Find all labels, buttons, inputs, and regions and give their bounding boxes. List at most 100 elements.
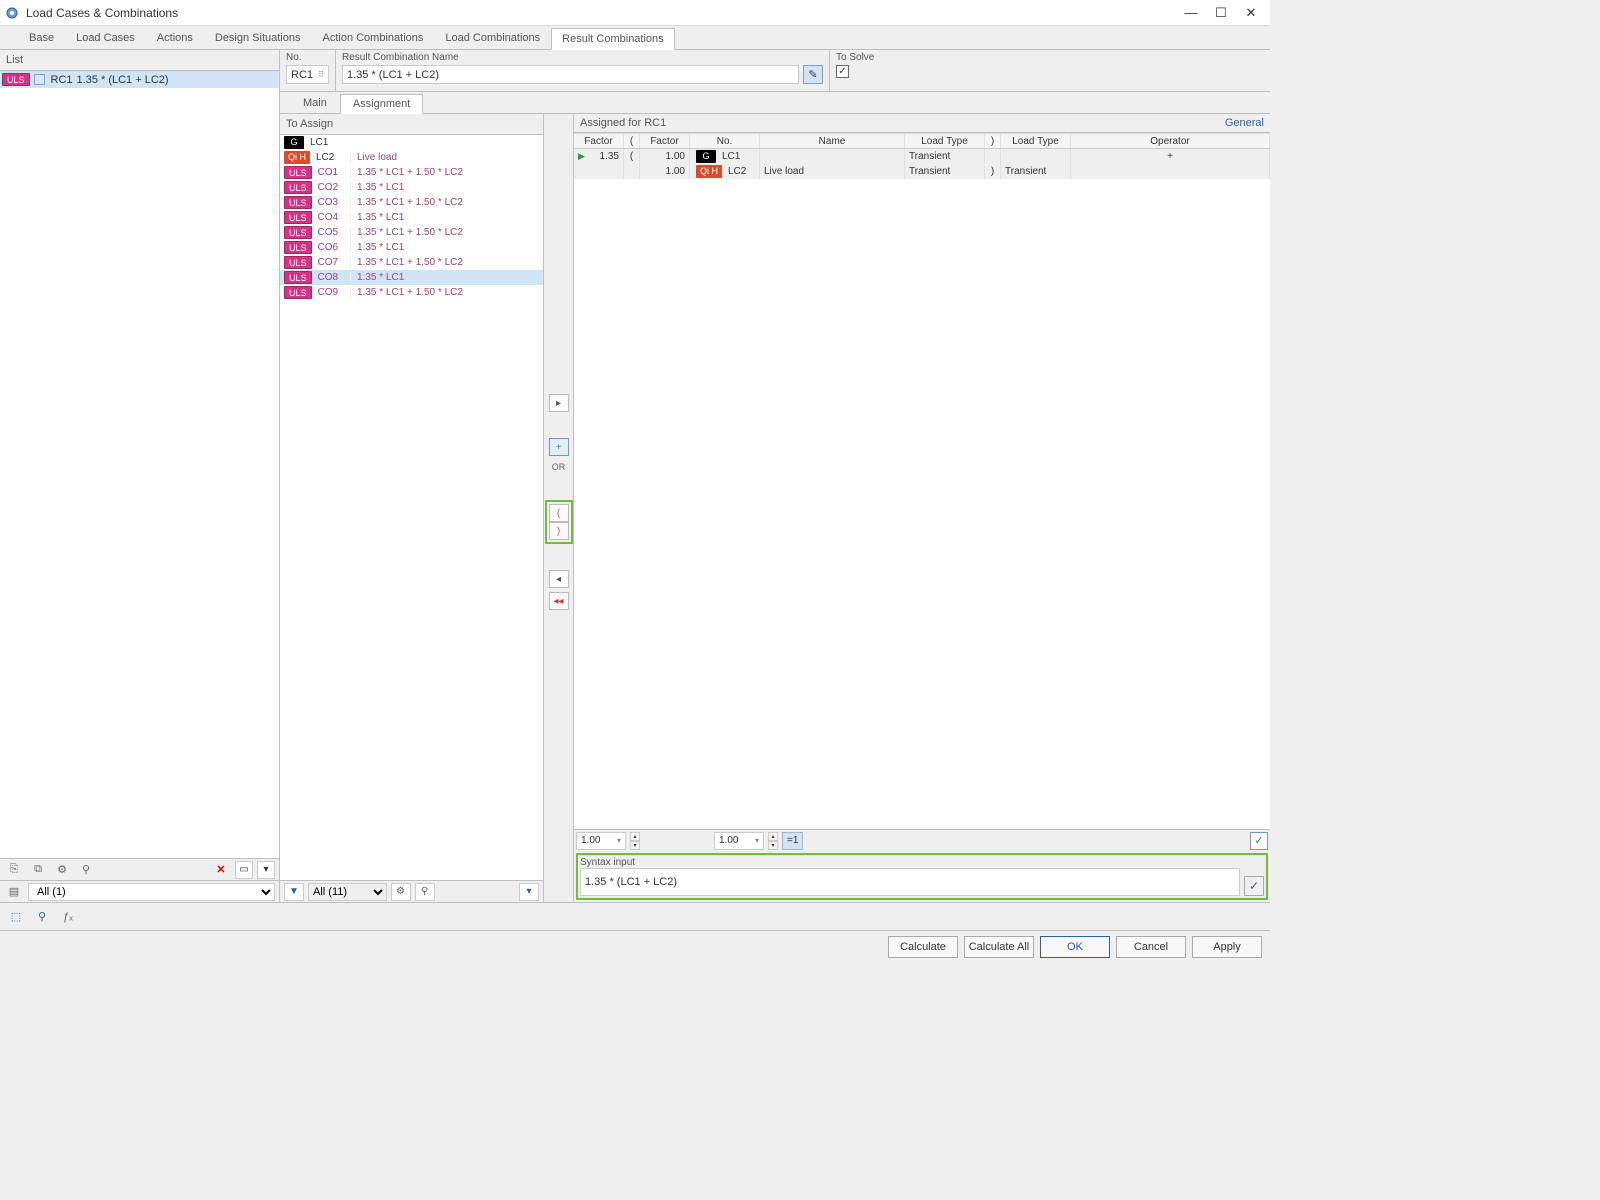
to-assign-row[interactable]: ULSCO81.35 * LC1: [280, 270, 543, 285]
row-tag: ULS: [284, 241, 312, 254]
filter-funnel-icon[interactable]: ▼: [284, 883, 304, 901]
delete-icon[interactable]: ✕: [211, 861, 231, 879]
assigned-row[interactable]: 1.00Qi HLC2Live loadTransient)Transient: [574, 164, 1270, 179]
row-tag: ULS: [284, 211, 312, 224]
name-input[interactable]: 1.35 * (LC1 + LC2): [342, 65, 799, 84]
apply-button[interactable]: Apply: [1192, 936, 1262, 958]
tool1-icon[interactable]: ⚙: [52, 861, 72, 879]
status-icon2[interactable]: ⚲: [32, 908, 52, 926]
left-filter-row: ▤ All (1): [0, 880, 279, 902]
tab-actions[interactable]: Actions: [146, 27, 204, 49]
new-icon[interactable]: ⎘: [4, 861, 24, 879]
cancel-button[interactable]: Cancel: [1116, 936, 1186, 958]
ok-button[interactable]: OK: [1040, 936, 1110, 958]
paren-close-button[interactable]: ): [549, 522, 569, 540]
row-desc: 1.35 * LC1: [350, 182, 543, 193]
view-toggle[interactable]: ▭: [235, 861, 253, 879]
row-tag: ULS: [284, 181, 312, 194]
titlebar: Load Cases & Combinations — ☐ ✕: [0, 0, 1270, 26]
row-desc: 1.35 * LC1 + 1.50 * LC2: [350, 257, 543, 268]
calculate-button[interactable]: Calculate: [888, 936, 958, 958]
tab-load-combinations[interactable]: Load Combinations: [434, 27, 551, 49]
tab-base[interactable]: Base: [18, 27, 65, 49]
syntax-apply-icon[interactable]: ✓: [1244, 876, 1264, 896]
right-panel: No. RC1 Result Combination Name 1.35 * (…: [280, 50, 1270, 902]
to-assign-row[interactable]: Qi HLC2Live load: [280, 150, 543, 165]
maximize-button[interactable]: ☐: [1206, 2, 1236, 24]
edit-name-icon[interactable]: ✎: [803, 65, 823, 84]
unassign-left-icon[interactable]: ◂: [549, 570, 569, 588]
row-desc: 1.35 * LC1 + 1.50 * LC2: [350, 167, 543, 178]
left-panel: List ULS RC1 1.35 * (LC1 + LC2) ⎘ ⧉ ⚙ ⚲ …: [0, 50, 280, 902]
to-assign-filter-select[interactable]: All (11): [308, 883, 387, 901]
uls-tag: ULS: [2, 73, 30, 86]
col-operator: Operator: [1071, 134, 1270, 148]
footer: Calculate Calculate All OK Cancel Apply: [0, 930, 1270, 962]
col-no: No.: [690, 134, 760, 148]
copy-icon[interactable]: ⧉: [28, 861, 48, 879]
subtab-assignment[interactable]: Assignment: [340, 94, 423, 114]
to-assign-row[interactable]: ULSCO71.35 * LC1 + 1.50 * LC2: [280, 255, 543, 270]
row-desc: 1.35 * LC1: [350, 272, 543, 283]
to-assign-row[interactable]: ULSCO41.35 * LC1: [280, 210, 543, 225]
minimize-button[interactable]: —: [1176, 2, 1206, 24]
subtab-main[interactable]: Main: [290, 93, 340, 113]
tab-load-cases[interactable]: Load Cases: [65, 27, 146, 49]
assigned-row[interactable]: ▶1.35(1.00GLC1Transient+: [574, 149, 1270, 164]
transfer-buttons: ▸ + OR ( ) ◂ ◂◂: [544, 114, 574, 902]
factor2-stepper[interactable]: ▴▾: [768, 832, 778, 850]
syntax-label: Syntax input: [580, 857, 1264, 868]
row-tag: ULS: [284, 256, 312, 269]
unassign-all-icon[interactable]: ◂◂: [549, 592, 569, 610]
row-tag: ULS: [284, 196, 312, 209]
list-row-code: RC1: [51, 74, 73, 86]
color-swatch: [34, 74, 45, 85]
assign-right-icon[interactable]: ▸: [549, 394, 569, 412]
left-filter-select[interactable]: All (1): [28, 883, 275, 901]
or-label[interactable]: OR: [549, 460, 569, 474]
factor1-stepper[interactable]: ▴▾: [630, 832, 640, 850]
status-icon1[interactable]: ⬚: [6, 908, 26, 926]
row-tag: Qi H: [284, 151, 310, 164]
to-assign-row[interactable]: ULSCO11.35 * LC1 + 1.50 * LC2: [280, 165, 543, 180]
to-assign-row[interactable]: ULSCO21.35 * LC1: [280, 180, 543, 195]
collapse-icon[interactable]: ▾: [519, 883, 539, 901]
left-toolbar: ⎘ ⧉ ⚙ ⚲ ✕ ▭ ▾: [0, 858, 279, 880]
to-assign-row[interactable]: ULSCO51.35 * LC1 + 1.50 * LC2: [280, 225, 543, 240]
close-button[interactable]: ✕: [1236, 2, 1266, 24]
filter-icon[interactable]: ▤: [4, 883, 24, 901]
tab-action-combinations[interactable]: Action Combinations: [311, 27, 434, 49]
subtabs: Main Assignment: [280, 92, 1270, 114]
row-desc: 1.35 * LC1 + 1.50 * LC2: [350, 227, 543, 238]
factor1-spin[interactable]: 1.00: [576, 832, 626, 850]
tab-result-combinations[interactable]: Result Combinations: [551, 28, 675, 50]
to-assign-row[interactable]: ULSCO61.35 * LC1: [280, 240, 543, 255]
col-name: Name: [760, 134, 905, 148]
solve-label: To Solve: [836, 52, 1264, 63]
row-tag: ULS: [284, 271, 312, 284]
filter-tool1-icon[interactable]: ⚙: [391, 883, 411, 901]
view-dropdown[interactable]: ▾: [257, 861, 275, 879]
list-row[interactable]: ULS RC1 1.35 * (LC1 + LC2): [0, 71, 279, 88]
assigned-panel: Assigned for RC1 General Factor ( Factor…: [574, 114, 1270, 902]
filter-tool2-icon[interactable]: ⚲: [415, 883, 435, 901]
no-input[interactable]: RC1: [286, 65, 329, 84]
tool2-icon[interactable]: ⚲: [76, 861, 96, 879]
solve-checkbox[interactable]: ✓: [836, 65, 849, 78]
row-desc: 1.35 * LC1 + 1.50 * LC2: [350, 287, 543, 298]
list-body: ULS RC1 1.35 * (LC1 + LC2): [0, 71, 279, 858]
to-assign-row[interactable]: ULSCO31.35 * LC1 + 1.50 * LC2: [280, 195, 543, 210]
syntax-input[interactable]: 1.35 * (LC1 + LC2): [580, 868, 1240, 896]
paren-open-button[interactable]: (: [549, 504, 569, 522]
tab-design-situations[interactable]: Design Situations: [204, 27, 312, 49]
general-link[interactable]: General: [1225, 117, 1264, 129]
add-plus-icon[interactable]: +: [549, 438, 569, 456]
row-tag: G: [696, 150, 716, 163]
status-icon3[interactable]: ƒₓ: [58, 908, 78, 926]
factor2-spin[interactable]: 1.00: [714, 832, 764, 850]
to-assign-row[interactable]: ULSCO91.35 * LC1 + 1.50 * LC2: [280, 285, 543, 300]
to-assign-row[interactable]: GLC1: [280, 135, 543, 150]
confirm-check-icon[interactable]: ✓: [1250, 832, 1268, 850]
eq1-button[interactable]: =1: [782, 832, 803, 850]
calculate-all-button[interactable]: Calculate All: [964, 936, 1034, 958]
